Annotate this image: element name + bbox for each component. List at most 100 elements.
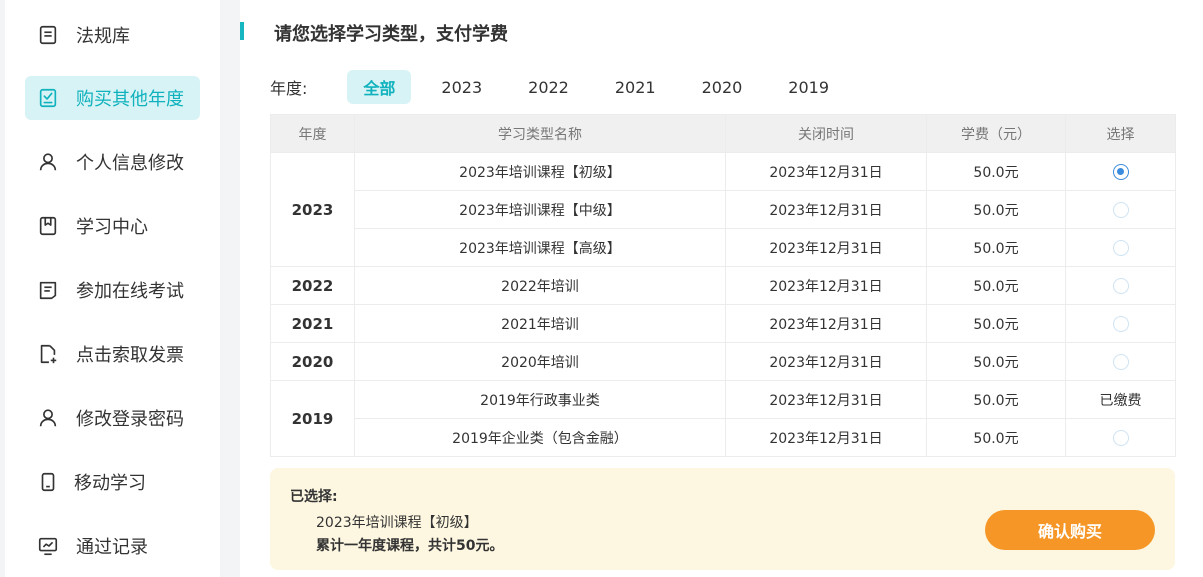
select-radio[interactable] xyxy=(1112,163,1129,180)
close-time: 2023年12月31日 xyxy=(725,228,927,267)
table-row: 2021 2021年培训 2023年12月31日 50.0元 xyxy=(270,304,1176,343)
chart-icon xyxy=(37,535,59,557)
page-title: 请您选择学习类型，支付学费 xyxy=(274,24,508,45)
sidebar-item-label: 点击索取发票 xyxy=(76,345,184,366)
select-cell xyxy=(1065,152,1176,191)
book-icon xyxy=(37,215,59,237)
checklist-icon xyxy=(37,87,59,109)
close-time: 2023年12月31日 xyxy=(725,418,927,457)
sidebar-item-change-password[interactable]: 修改登录密码 xyxy=(25,396,200,440)
course-name: 2019年企业类（包含金融） xyxy=(354,418,726,457)
sidebar-item-buy-other-years[interactable]: 购买其他年度 xyxy=(25,76,200,120)
close-time: 2023年12月31日 xyxy=(725,342,927,381)
main-panel: 请您选择学习类型，支付学费 年度: 全部 2023 2022 2021 2020… xyxy=(240,0,1203,577)
sidebar-item-label: 参加在线考试 xyxy=(76,281,184,302)
fee: 50.0元 xyxy=(926,342,1066,381)
confirm-purchase-button[interactable]: 确认购买 xyxy=(985,510,1155,550)
sidebar-item-label: 个人信息修改 xyxy=(76,153,184,174)
fee: 50.0元 xyxy=(926,190,1066,229)
year-tab-2023[interactable]: 2023 xyxy=(425,70,498,104)
year-tab-all[interactable]: 全部 xyxy=(347,70,412,104)
year-tab-2020[interactable]: 2020 xyxy=(686,70,759,104)
select-radio[interactable] xyxy=(1112,201,1129,218)
table-row: 2019 2019年行政事业类 2023年12月31日 50.0元 已缴费 xyxy=(270,380,1176,457)
sidebar-item-label: 修改登录密码 xyxy=(76,409,184,430)
year-cell: 2022 xyxy=(270,266,355,305)
sidebar-item-law-library[interactable]: 法规库 xyxy=(25,13,200,57)
year-cell: 2019 xyxy=(270,380,355,457)
invoice-icon xyxy=(37,343,59,365)
year-filter-label: 年度: xyxy=(270,79,308,98)
exam-icon xyxy=(37,279,59,301)
select-cell xyxy=(1065,266,1176,305)
fee: 50.0元 xyxy=(926,228,1066,267)
year-cell: 2021 xyxy=(270,304,355,343)
select-cell xyxy=(1065,190,1176,229)
year-cell: 2020 xyxy=(270,342,355,381)
select-cell xyxy=(1065,304,1176,343)
sidebar-item-pass-records[interactable]: 通过记录 xyxy=(25,524,200,568)
sidebar-item-online-exam[interactable]: 参加在线考试 xyxy=(25,268,200,312)
select-radio[interactable] xyxy=(1112,315,1129,332)
title-accent-bar xyxy=(240,22,244,40)
table-row: 2020 2020年培训 2023年12月31日 50.0元 xyxy=(270,342,1176,381)
course-name: 2020年培训 xyxy=(354,342,726,381)
column-header-name: 学习类型名称 xyxy=(354,114,726,153)
table-row: 2022 2022年培训 2023年12月31日 50.0元 xyxy=(270,266,1176,305)
year-tab-2019[interactable]: 2019 xyxy=(772,70,845,104)
fee: 50.0元 xyxy=(926,304,1066,343)
course-name: 2022年培训 xyxy=(354,266,726,305)
course-name: 2019年行政事业类 xyxy=(354,380,726,419)
year-tab-2022[interactable]: 2022 xyxy=(512,70,585,104)
user-icon xyxy=(37,151,59,173)
select-radio[interactable] xyxy=(1112,277,1129,294)
sidebar-item-study-center[interactable]: 学习中心 xyxy=(25,204,200,248)
sidebar: 法规库 购买其他年度 个人信息修改 学习中心 参加在线考试 点击索取发票 修改登… xyxy=(5,0,220,577)
close-time: 2023年12月31日 xyxy=(725,266,927,305)
summary-total: 累计一年度课程，共计50元。 xyxy=(316,538,504,554)
sidebar-item-label: 购买其他年度 xyxy=(76,89,184,110)
select-cell xyxy=(1065,342,1176,381)
selection-summary: 已选择: 2023年培训课程【初级】 累计一年度课程，共计50元。 确认购买 xyxy=(270,468,1175,570)
document-icon xyxy=(37,24,59,46)
select-cell xyxy=(1065,228,1176,267)
close-time: 2023年12月31日 xyxy=(725,304,927,343)
course-table: 年度 学习类型名称 关闭时间 学费（元） 选择 2023 2023年培训课程【初… xyxy=(270,114,1176,457)
sidebar-item-label: 学习中心 xyxy=(76,217,148,238)
year-cell: 2023 xyxy=(270,152,355,267)
sidebar-item-profile[interactable]: 个人信息修改 xyxy=(25,140,200,184)
column-header-select: 选择 xyxy=(1065,114,1176,153)
fee: 50.0元 xyxy=(926,380,1066,419)
close-time: 2023年12月31日 xyxy=(725,152,927,191)
select-radio[interactable] xyxy=(1112,429,1129,446)
paid-status: 已缴费 xyxy=(1065,380,1176,419)
sidebar-item-invoice[interactable]: 点击索取发票 xyxy=(25,332,200,376)
select-cell xyxy=(1065,418,1176,457)
sidebar-item-label: 移动学习 xyxy=(74,473,146,494)
table-row: 2023 2023年培训课程【初级】 2023年12月31日 50.0元 xyxy=(270,152,1176,267)
course-name: 2023年培训课程【高级】 xyxy=(354,228,726,267)
year-filter: 年度: 全部 2023 2022 2021 2020 2019 xyxy=(270,70,859,104)
course-name: 2023年培训课程【初级】 xyxy=(354,152,726,191)
summary-label: 已选择: xyxy=(290,489,338,505)
sidebar-item-mobile-learning[interactable]: 移动学习 xyxy=(25,460,200,504)
summary-course: 2023年培训课程【初级】 xyxy=(316,515,478,531)
column-header-year: 年度 xyxy=(270,114,355,153)
course-name: 2023年培训课程【中级】 xyxy=(354,190,726,229)
sidebar-item-label: 法规库 xyxy=(76,26,130,47)
fee: 50.0元 xyxy=(926,418,1066,457)
sidebar-item-label: 通过记录 xyxy=(76,537,148,558)
course-name: 2021年培训 xyxy=(354,304,726,343)
table-header-row: 年度 学习类型名称 关闭时间 学费（元） 选择 xyxy=(270,114,1176,153)
table-row: 2023年培训课程【高级】 2023年12月31日 50.0元 xyxy=(271,228,1176,267)
select-radio[interactable] xyxy=(1112,353,1129,370)
table-row: 2023年培训课程【中级】 2023年12月31日 50.0元 xyxy=(271,190,1176,229)
user-icon xyxy=(37,407,59,429)
fee: 50.0元 xyxy=(926,266,1066,305)
select-radio[interactable] xyxy=(1112,239,1129,256)
close-time: 2023年12月31日 xyxy=(725,380,927,419)
mobile-icon xyxy=(37,471,59,493)
fee: 50.0元 xyxy=(926,152,1066,191)
close-time: 2023年12月31日 xyxy=(725,190,927,229)
year-tab-2021[interactable]: 2021 xyxy=(599,70,672,104)
